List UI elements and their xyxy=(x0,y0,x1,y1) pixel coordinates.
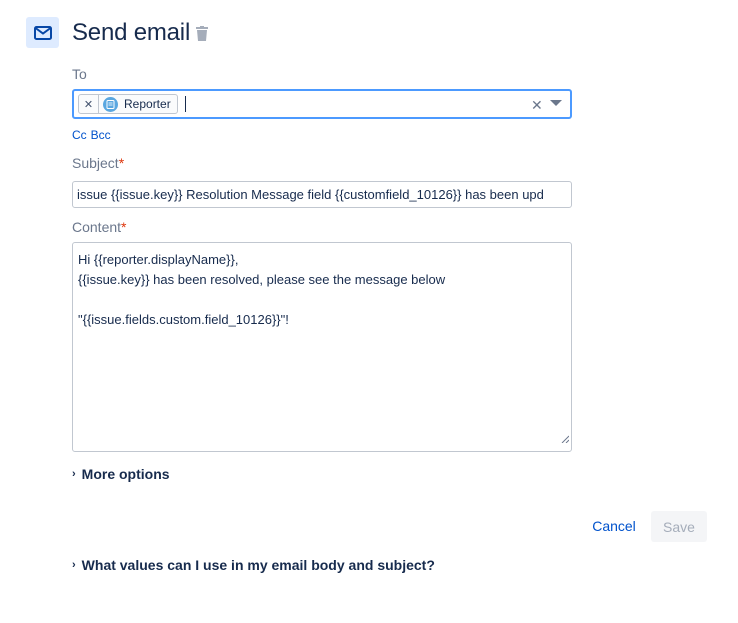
cc-link[interactable]: Cc xyxy=(72,128,87,142)
content-textarea[interactable]: Hi {{reporter.displayName}}, {{issue.key… xyxy=(72,242,572,452)
to-field[interactable]: ✕ Reporter ✕ xyxy=(72,89,572,119)
subject-label-text: Subject xyxy=(72,155,119,171)
cc-bcc-links: Cc Bcc xyxy=(72,128,115,142)
required-marker: * xyxy=(118,155,125,171)
help-toggle[interactable]: › What values can I use in my email body… xyxy=(72,557,435,573)
text-cursor xyxy=(185,96,186,112)
bcc-link[interactable]: Bcc xyxy=(91,128,111,142)
content-line: Hi {{reporter.displayName}}, xyxy=(78,252,239,267)
required-marker: * xyxy=(121,219,127,235)
to-label: To xyxy=(72,66,87,82)
recipient-chip: ✕ Reporter xyxy=(78,94,178,114)
resize-handle-icon[interactable] xyxy=(561,429,570,449)
save-button[interactable]: Save xyxy=(651,511,707,542)
mail-icon xyxy=(26,17,59,48)
cancel-button[interactable]: Cancel xyxy=(588,511,640,541)
page-title: Send email xyxy=(72,19,191,46)
content-line: {{issue.key}} has been resolved, please … xyxy=(78,272,446,287)
clear-icon[interactable]: ✕ xyxy=(531,97,543,114)
content-line xyxy=(78,290,566,310)
chip-label: Reporter xyxy=(124,97,171,111)
chevron-down-icon[interactable] xyxy=(550,100,562,106)
content-line: "{{issue.fields.custom.field_10126}}"! xyxy=(78,312,289,327)
content-label-text: Content xyxy=(72,219,122,235)
subject-label: Subject* xyxy=(72,155,124,171)
more-options-label: More options xyxy=(81,466,170,482)
reporter-avatar-icon xyxy=(103,97,118,112)
content-label: Content* xyxy=(72,219,127,235)
delete-icon[interactable] xyxy=(196,26,208,41)
more-options-toggle[interactable]: › More options xyxy=(72,466,170,482)
help-label: What values can I use in my email body a… xyxy=(81,557,435,573)
remove-chip-icon[interactable]: ✕ xyxy=(79,95,99,113)
subject-input[interactable]: issue {{issue.key}} Resolution Message f… xyxy=(72,181,572,208)
chevron-right-icon: › xyxy=(72,468,76,480)
chevron-right-icon: › xyxy=(72,559,76,571)
